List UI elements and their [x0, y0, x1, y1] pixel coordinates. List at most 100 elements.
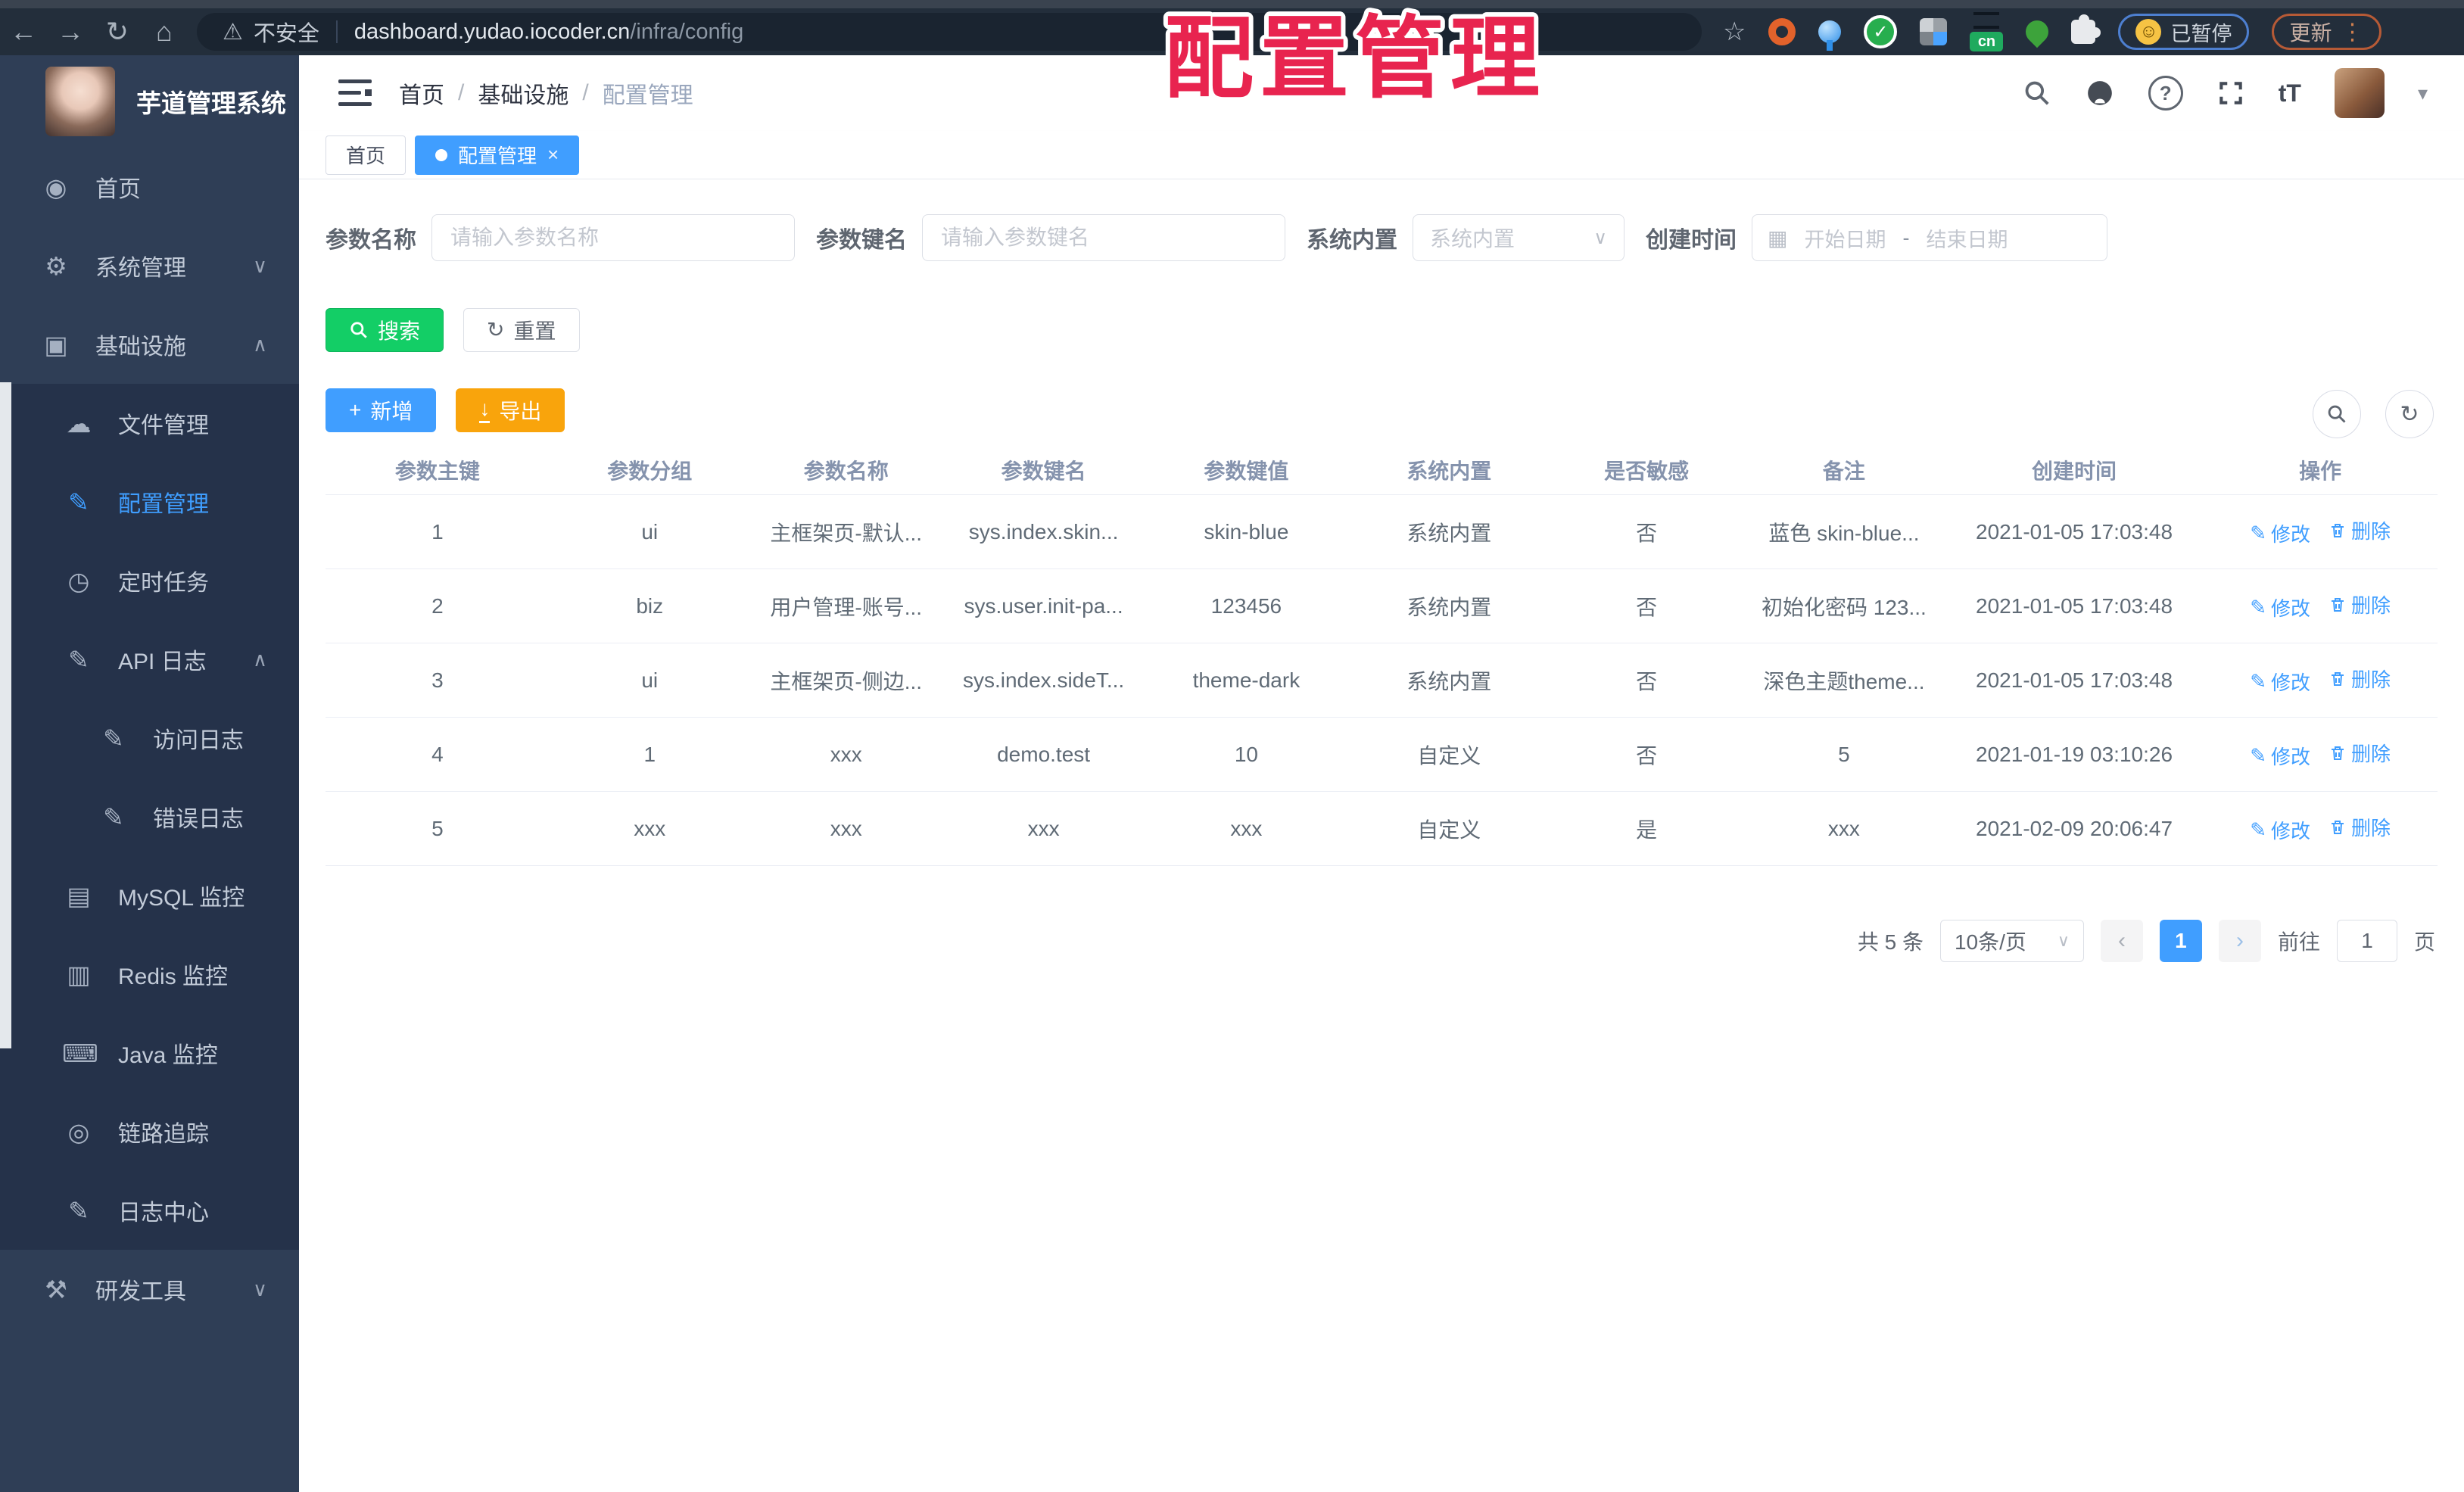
browser-back-icon[interactable]: ←	[0, 16, 47, 48]
delete-link[interactable]: 删除	[2328, 665, 2391, 693]
browser-chrome: ← → ↻ ⌂ ⚠ 不安全 dashboard.yudao.iocoder.cn…	[0, 0, 2464, 55]
cell-group: 1	[549, 717, 750, 792]
user-avatar[interactable]	[2334, 68, 2385, 118]
bookmark-star-icon[interactable]: ☆	[1723, 17, 1746, 47]
delete-link[interactable]: 删除	[2328, 813, 2391, 841]
extension-pin-icon[interactable]	[1818, 20, 1842, 51]
edit-link[interactable]: ✎ 修改	[2250, 668, 2310, 696]
extension-translate-icon[interactable]: cn	[1970, 12, 2004, 51]
font-size-icon[interactable]: tT	[2279, 79, 2301, 107]
sidebar-item-redis-monitor[interactable]: ▥ Redis 监控	[0, 935, 299, 1014]
sidebar-scrollbar[interactable]	[0, 382, 11, 1048]
edit-icon: ✎	[2250, 669, 2266, 693]
browser-menu-dots-icon[interactable]: ⋮	[2341, 19, 2364, 45]
refresh-table-button[interactable]: ↻	[2385, 390, 2434, 438]
builtin-type-label: 系统内置	[1307, 228, 1397, 253]
cell-name: 用户管理-账号...	[749, 568, 942, 643]
extensions-puzzle-icon[interactable]	[2071, 14, 2101, 44]
browser-update-button[interactable]: 更新 ⋮	[2272, 14, 2381, 50]
sidebar-item-system-management[interactable]: ⚙ 系统管理 ∨	[0, 226, 299, 305]
sidebar-item-trace[interactable]: ◎ 链路追踪	[0, 1092, 299, 1171]
collapse-sidebar-icon[interactable]	[338, 78, 372, 108]
goto-page-input[interactable]	[2336, 920, 2397, 962]
delete-link[interactable]: 删除	[2328, 590, 2391, 618]
sidebar-item-scheduled-tasks[interactable]: ◷ 定时任务	[0, 541, 299, 620]
edit-icon: ✎	[2250, 818, 2266, 841]
cell-id: 4	[326, 717, 550, 792]
cell-sensitive: 否	[1550, 568, 1743, 643]
extension-orange-icon[interactable]	[1768, 18, 1796, 45]
export-button[interactable]: ↓ 导出	[456, 388, 565, 432]
breadcrumb-separator: /	[582, 80, 589, 105]
app-logo-row[interactable]: 芋道管理系统	[0, 55, 299, 148]
sidebar-item-mysql-monitor[interactable]: ▤ MySQL 监控	[0, 856, 299, 935]
address-bar[interactable]: ⚠ 不安全 dashboard.yudao.iocoder.cn/infra/c…	[197, 13, 1702, 51]
security-warning-icon: ⚠	[223, 19, 243, 45]
reset-button[interactable]: ↻ 重置	[463, 308, 580, 352]
sidebar-item-infrastructure[interactable]: ▣ 基础设施 ∧	[0, 305, 299, 384]
sidebar-item-java-monitor[interactable]: ⌨ Java 监控	[0, 1014, 299, 1092]
extension-leaf-icon[interactable]	[2021, 15, 2054, 48]
chevron-up-icon: ∧	[252, 332, 267, 356]
sidebar-item-label: 错误日志	[153, 807, 244, 832]
sidebar-item-file-management[interactable]: ☁ 文件管理	[0, 384, 299, 463]
translate-bars	[1973, 12, 2000, 29]
edit-link[interactable]: ✎ 修改	[2250, 519, 2310, 547]
sidebar-item-api-logs[interactable]: ✎ API 日志 ∧	[0, 620, 299, 699]
extension-grid-icon[interactable]	[1920, 18, 1948, 45]
sidebar-item-access-logs[interactable]: ✎ 访问日志	[0, 699, 299, 777]
prev-page-button[interactable]: ‹	[2100, 920, 2143, 962]
builtin-type-select[interactable]: 系统内置 ∨	[1413, 214, 1624, 261]
url-path: /infra/config	[630, 19, 744, 44]
github-icon[interactable]	[2085, 78, 2115, 108]
tab-home[interactable]: 首页	[326, 135, 407, 175]
cell-value: 123456	[1145, 568, 1348, 643]
close-tab-icon[interactable]: ×	[547, 143, 559, 167]
page-size-select[interactable]: 10条/页 ∨	[1939, 920, 2084, 962]
create-button[interactable]: + 新增	[326, 388, 437, 432]
avatar-caret-down-icon[interactable]: ▾	[2418, 82, 2428, 105]
next-page-button[interactable]: ›	[2218, 920, 2261, 962]
edit-link[interactable]: ✎ 修改	[2250, 742, 2310, 770]
cell-value: xxx	[1145, 791, 1348, 866]
delete-link[interactable]: 删除	[2328, 516, 2391, 544]
browser-home-icon[interactable]: ⌂	[141, 16, 188, 48]
gear-icon: ⚙	[45, 251, 67, 280]
fullscreen-icon[interactable]	[2216, 79, 2245, 107]
edit-link[interactable]: ✎ 修改	[2250, 816, 2310, 844]
search-icon[interactable]	[2023, 79, 2051, 107]
delete-link[interactable]: 删除	[2328, 739, 2391, 767]
edit-link[interactable]: ✎ 修改	[2250, 593, 2310, 621]
toggle-search-button[interactable]	[2313, 390, 2361, 438]
security-label[interactable]: 不安全	[254, 16, 319, 48]
cloud-icon: ☁	[66, 409, 92, 438]
cell-remark: 初始化密码 123...	[1743, 568, 1945, 643]
cell-sensitive: 否	[1550, 643, 1743, 718]
breadcrumb-infrastructure[interactable]: 基础设施	[478, 76, 568, 110]
tab-config-management[interactable]: 配置管理 ×	[415, 135, 580, 175]
sidebar-item-config-management[interactable]: ✎ 配置管理	[0, 463, 299, 541]
search-icon	[350, 322, 367, 338]
export-button-label: 导出	[499, 400, 542, 423]
browser-reload-icon[interactable]: ↻	[94, 16, 141, 48]
current-page-button[interactable]: 1	[2159, 920, 2202, 962]
goto-label: 前往	[2277, 930, 2320, 954]
sidebar-item-label: 链路追踪	[118, 1122, 209, 1147]
extension-check-icon[interactable]: ✓	[1864, 15, 1898, 48]
sidebar-item-error-logs[interactable]: ✎ 错误日志	[0, 777, 299, 856]
paused-badge[interactable]: ☺ 已暂停	[2118, 14, 2250, 50]
param-name-input[interactable]	[431, 214, 795, 261]
update-label: 更新	[2289, 21, 2332, 45]
browser-forward-icon[interactable]: →	[47, 16, 94, 48]
breadcrumb-home[interactable]: 首页	[399, 76, 444, 110]
date-range-picker[interactable]: ▦ 开始日期 - 结束日期	[1752, 214, 2107, 261]
col-header-value: 参数键值	[1145, 446, 1348, 495]
console-icon: ⌨	[62, 1039, 98, 1067]
sidebar-item-home[interactable]: ◉ 首页	[0, 148, 299, 226]
help-icon[interactable]: ?	[2148, 76, 2183, 111]
sidebar-item-dev-tools[interactable]: ⚒ 研发工具 ∨	[0, 1250, 299, 1328]
sidebar-item-log-center[interactable]: ✎ 日志中心	[0, 1171, 299, 1250]
search-button[interactable]: 搜索	[326, 308, 444, 352]
cell-actions: ✎ 修改 删除	[2203, 494, 2438, 569]
param-key-input[interactable]	[922, 214, 1285, 261]
